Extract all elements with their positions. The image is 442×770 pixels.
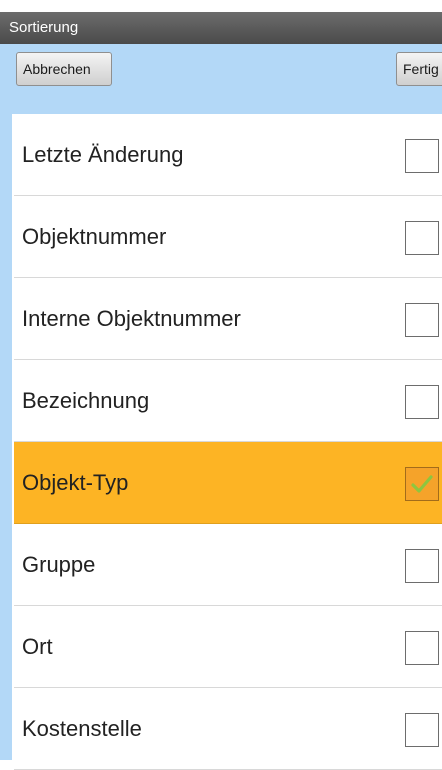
sort-option-objektnummer[interactable]: Objektnummer	[14, 196, 442, 278]
sort-options-list: Letzte Änderung Objektnummer Interne Obj…	[14, 114, 442, 770]
sort-option-label: Interne Objektnummer	[22, 306, 241, 331]
cancel-button[interactable]: Abbrechen	[16, 52, 112, 86]
left-edge-bar	[0, 114, 12, 760]
sort-option-gruppe[interactable]: Gruppe	[14, 524, 442, 606]
sort-option-checkbox[interactable]	[405, 631, 439, 665]
sort-option-checkbox[interactable]	[405, 303, 439, 337]
sort-option-checkbox[interactable]	[405, 385, 439, 419]
window-title: Sortierung	[0, 12, 442, 44]
sort-option-checkbox[interactable]	[405, 221, 439, 255]
toolbar: Abbrechen Fertig	[0, 44, 442, 114]
sort-option-label: Ort	[22, 634, 53, 659]
sort-option-ort[interactable]: Ort	[14, 606, 442, 688]
sort-option-checkbox[interactable]	[405, 467, 439, 501]
status-strip	[0, 0, 442, 12]
sort-option-checkbox[interactable]	[405, 713, 439, 747]
sort-option-label: Letzte Änderung	[22, 142, 184, 167]
sort-option-letzte-aenderung[interactable]: Letzte Änderung	[14, 114, 442, 196]
sort-option-interne-objektnummer[interactable]: Interne Objektnummer	[14, 278, 442, 360]
sort-option-checkbox[interactable]	[405, 139, 439, 173]
sort-option-label: Gruppe	[22, 552, 96, 577]
sort-option-label: Objektnummer	[22, 224, 167, 249]
sort-option-label: Kostenstelle	[22, 716, 142, 741]
sort-option-objekt-typ[interactable]: Objekt-Typ	[14, 442, 442, 524]
sort-option-bezeichnung[interactable]: Bezeichnung	[14, 360, 442, 442]
sort-option-checkbox[interactable]	[405, 549, 439, 583]
sort-option-label: Objekt-Typ	[22, 470, 129, 495]
sort-option-kostenstelle[interactable]: Kostenstelle	[14, 688, 442, 770]
checkmark-icon	[411, 475, 433, 493]
done-button[interactable]: Fertig	[396, 52, 442, 86]
sort-option-label: Bezeichnung	[22, 388, 150, 413]
